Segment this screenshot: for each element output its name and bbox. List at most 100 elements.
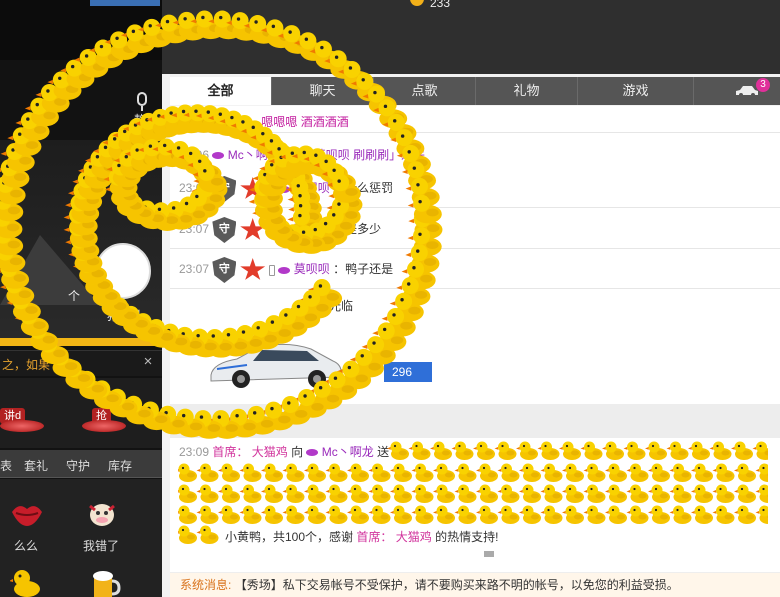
divider (170, 248, 780, 249)
duck-icon (368, 484, 391, 503)
duck-icon (691, 463, 713, 482)
duck-icon (734, 505, 756, 524)
car-badge: 3 (756, 78, 770, 92)
duck-icon (734, 463, 756, 482)
duck-icon (494, 441, 517, 460)
message-time: 23:06 (179, 181, 210, 196)
chat-message: 23:07 守 莫呗呗 ：鸭子还是 (179, 257, 394, 283)
duck-icon (559, 441, 581, 460)
duck-icon (626, 463, 649, 482)
duck-icon (712, 463, 735, 482)
message-text: ：什么惩罚 (333, 181, 394, 196)
thanks-host[interactable]: 大猫鸡 (396, 530, 432, 544)
duck-icon (218, 505, 240, 524)
duck-icon (669, 484, 692, 503)
divider (170, 207, 780, 208)
beer-icon[interactable] (88, 570, 122, 597)
duck-icon (731, 441, 753, 460)
duck-icon (626, 505, 649, 524)
duck-icon (583, 463, 606, 482)
mute-button-label[interactable]: 静音 (130, 111, 162, 128)
duck-icon (218, 484, 240, 503)
chat-message: 23:07 守 莫呗呗 ：差多少 (179, 217, 382, 243)
message-user[interactable]: Mc丶啊龙 (228, 148, 280, 162)
tab-song[interactable]: 点歌 (374, 77, 476, 105)
entry-text: 大驾光临 (305, 299, 354, 313)
lips-icon[interactable] (10, 500, 44, 530)
message-text: ：差多少 (333, 222, 382, 237)
luxury-car-icon (210, 343, 342, 388)
scroll-down-icon[interactable] (484, 551, 494, 557)
duck-icon (304, 505, 326, 524)
message-text: ：鸭子还是 (333, 262, 394, 277)
tab-game[interactable]: 游戏 (578, 77, 694, 105)
duck-icon (178, 463, 197, 482)
duck-icon (540, 505, 563, 524)
top-count: 233 (430, 0, 451, 10)
duck-icon (623, 441, 646, 460)
duck-icon (476, 505, 498, 524)
duck-icon (709, 441, 732, 460)
duck-icon (755, 463, 768, 482)
phone-icon (269, 183, 276, 195)
duck-icon[interactable] (10, 567, 44, 597)
gift-tab-4[interactable]: 库存 (108, 457, 132, 474)
duck-icon (347, 463, 369, 482)
duck-icon (304, 463, 326, 482)
duck-icon (562, 463, 584, 482)
duck-icon (261, 463, 283, 482)
duck-icon (712, 505, 735, 524)
duck-icon (580, 441, 603, 460)
entry-number: 296 (384, 362, 432, 382)
duck-icon (519, 484, 541, 503)
duck-icon (519, 505, 541, 524)
chat-message: 23:06 守 莫呗呗 ：什么惩罚 (179, 176, 394, 202)
duck-icon (178, 505, 197, 524)
separator-band (170, 404, 780, 438)
tab-chat[interactable]: 聊天 (272, 77, 374, 105)
duck-icon (540, 484, 563, 503)
duck-icon (497, 484, 520, 503)
announcement: 【房间公告】： 嗯嗯嗯 酒酒酒酒 (180, 113, 349, 130)
duck-icon (688, 441, 710, 460)
duck-icon (626, 484, 649, 503)
thanks-host-title: 首席： (356, 530, 393, 544)
duck-icon (666, 441, 689, 460)
duck-icon (239, 484, 262, 503)
tab-gift[interactable]: 礼物 (476, 77, 578, 105)
duck-icon (368, 505, 391, 524)
message-user[interactable]: 莫呗呗 (294, 262, 330, 276)
duck-icon (325, 484, 348, 503)
tab-all[interactable]: 全部 (170, 77, 272, 105)
message-user[interactable]: 莫呗呗 (294, 181, 330, 195)
duck-icon (645, 441, 667, 460)
duck-icon (411, 463, 434, 482)
gift-tab-3[interactable]: 守护 (66, 457, 90, 474)
duck-icon (755, 505, 768, 524)
duck-icon (411, 484, 434, 503)
duck-icon (476, 463, 498, 482)
chat-header (162, 0, 780, 74)
gift-tab-2[interactable]: 套礼 (24, 457, 48, 474)
gift-tab-1[interactable]: 表 (0, 457, 12, 474)
duck-icon (602, 441, 624, 460)
duck-icon (304, 484, 326, 503)
announcement-prefix: 【房间公告】： (180, 115, 259, 129)
duck-icon (347, 505, 369, 524)
team-avatar[interactable] (95, 243, 151, 299)
divider (170, 288, 780, 289)
duck-icon (178, 484, 197, 503)
duck-icon (648, 505, 670, 524)
user-badge-icon (298, 152, 311, 160)
duck-icon (734, 484, 756, 503)
duck-icon (691, 484, 713, 503)
message-user[interactable]: 莫呗呗 (294, 222, 330, 236)
duck-icon (583, 484, 606, 503)
left-header (0, 0, 162, 60)
microphone-icon[interactable] (137, 92, 147, 106)
duck-icon (390, 484, 412, 503)
notice-close-button[interactable]: × (141, 353, 155, 370)
message-user[interactable]: 莫呗呗 (314, 148, 350, 162)
cow-icon[interactable] (85, 498, 119, 528)
duck-icon (430, 441, 452, 460)
